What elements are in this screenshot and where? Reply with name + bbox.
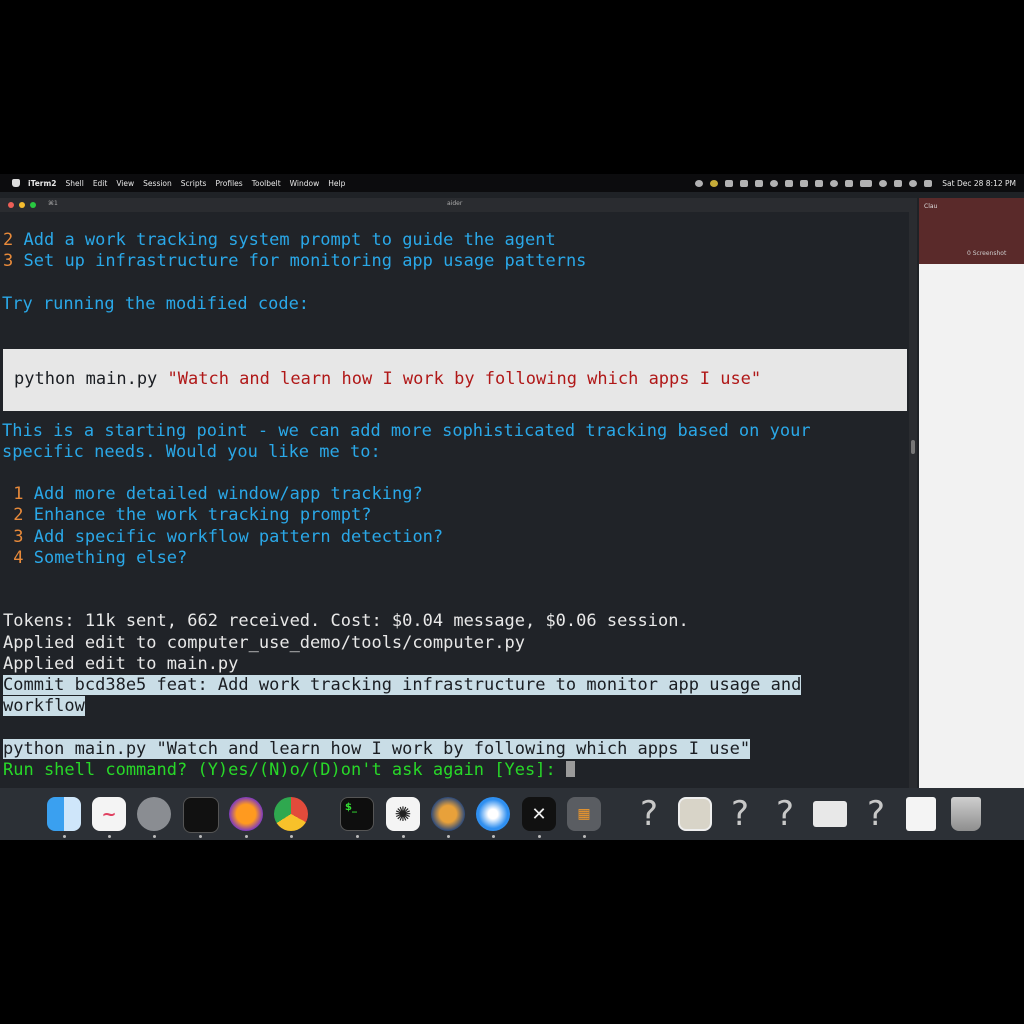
window-title: aider [447,200,463,207]
instruments-icon[interactable] [431,797,465,831]
unknown-app-icon[interactable]: ? [632,794,666,834]
running-indicator [63,835,66,838]
terminal-line: specific needs. Would you like me to: [2,442,381,462]
terminal-line: 1 Add more detailed window/app tracking? [13,484,423,504]
apple-icon[interactable] [12,179,20,187]
menu-edit[interactable]: Edit [93,179,108,188]
running-indicator [199,835,202,838]
background-tab-label[interactable]: Clau [924,203,937,210]
calculator-icon[interactable]: ▦ [567,797,601,831]
system-settings-icon[interactable] [137,797,171,831]
display-icon[interactable] [924,179,933,187]
text-cursor[interactable] [565,761,575,777]
document-icon[interactable] [906,797,936,831]
menu-help[interactable]: Help [328,179,345,188]
menu-window[interactable]: Window [290,179,320,188]
background-window-toolbar: Clau 0 Screenshot [919,198,1024,264]
status-icon[interactable] [830,179,839,187]
activity-monitor-icon[interactable] [183,797,219,833]
terminal-icon[interactable]: $_ [340,797,374,831]
menu-toolbelt[interactable]: Toolbelt [252,179,281,188]
scrollbar[interactable] [909,212,917,840]
status-icon[interactable] [740,179,749,187]
code-line: python main.py "Watch and learn how I wo… [14,369,762,389]
minimize-button[interactable] [19,202,25,208]
terminal-line: 3 Add specific workflow pattern detectio… [13,527,444,547]
terminal-line: Applied edit to main.py [3,654,239,674]
menu-app-name[interactable]: iTerm2 [28,179,57,188]
shell-prompt[interactable]: Run shell command? (Y)es/(N)o/(D)on't as… [3,760,575,781]
status-icon[interactable] [710,179,719,187]
running-indicator [245,835,248,838]
terminal-line: 4 Something else? [13,548,188,568]
status-icon[interactable] [755,179,764,187]
terminal-line: Commit bcd38e5 feat: Add work tracking i… [3,675,802,695]
terminal-window: ⌘1 aider 2 Add a work tracking system pr… [0,198,917,840]
unknown-app-icon[interactable]: ? [859,794,893,834]
running-indicator [356,835,359,838]
running-indicator [538,835,541,838]
terminal-line: 2 Add a work tracking system prompt to g… [3,230,556,250]
running-indicator [153,835,156,838]
close-button[interactable] [8,202,14,208]
safari-icon[interactable] [476,797,510,831]
terminal-line: Tokens: 11k sent, 662 received. Cost: $0… [3,611,689,631]
menu-session[interactable]: Session [143,179,172,188]
search-icon[interactable] [909,179,918,187]
status-icon[interactable] [695,179,704,187]
menu-scripts[interactable]: Scripts [181,179,207,188]
terminal-line: 2 Enhance the work tracking prompt? [13,505,372,525]
window-icon[interactable] [813,801,847,827]
menubar-clock[interactable]: Sat Dec 28 8:12 PM [942,179,1016,188]
terminal-line: workflow [3,696,85,716]
status-area: Sat Dec 28 8:12 PM [688,174,1016,192]
background-item-label[interactable]: 0 Screenshot [967,250,1006,257]
battery-icon[interactable] [860,179,873,187]
firefox-icon[interactable] [229,797,263,831]
preview-icon[interactable] [678,797,712,831]
terminal-line: This is a starting point - we can add mo… [2,421,811,441]
terminal-line: Try running the modified code: [2,294,310,314]
terminal-line: python main.py "Watch and learn how I wo… [3,739,751,759]
title-bar: ⌘1 aider [0,198,917,212]
background-window[interactable]: Clau 0 Screenshot [919,198,1024,840]
xquartz-icon[interactable]: ✕ [522,797,556,831]
trash-icon[interactable] [951,797,981,831]
terminal-line: 3 Set up infrastructure for monitoring a… [3,251,587,271]
running-indicator [108,835,111,838]
zoom-button[interactable] [30,202,36,208]
status-icon[interactable] [800,179,809,187]
status-icon[interactable] [725,179,734,187]
menu-bar: iTerm2 Shell Edit View Session Scripts P… [0,174,1024,192]
menu-view[interactable]: View [116,179,134,188]
status-icon[interactable] [815,179,824,187]
wifi-icon[interactable] [879,179,888,187]
running-indicator [402,835,405,838]
control-center-icon[interactable] [894,179,903,187]
scrollbar-thumb[interactable] [911,440,915,454]
running-indicator [290,835,293,838]
tab-label[interactable]: ⌘1 [48,200,58,207]
status-icon[interactable] [845,179,854,187]
freeform-icon[interactable]: ~ [92,797,126,831]
status-icon[interactable] [785,179,794,187]
menu-shell[interactable]: Shell [66,179,84,188]
finder-icon[interactable] [47,797,81,831]
terminal-line: Applied edit to computer_use_demo/tools/… [3,633,525,653]
unknown-app-icon[interactable]: ? [768,794,802,834]
running-indicator [492,835,495,838]
chatgpt-icon[interactable]: ✺ [386,797,420,831]
unknown-app-icon[interactable]: ? [723,794,757,834]
running-indicator [583,835,586,838]
status-icon[interactable] [770,179,779,187]
screen: iTerm2 Shell Edit View Session Scripts P… [0,174,1024,840]
menu-profiles[interactable]: Profiles [215,179,242,188]
dock: ~ $_ ✺ ✕ ▦ ? ? ? ? [0,788,1024,840]
running-indicator [447,835,450,838]
code-block: python main.py "Watch and learn how I wo… [3,349,907,411]
chrome-icon[interactable] [274,797,308,831]
